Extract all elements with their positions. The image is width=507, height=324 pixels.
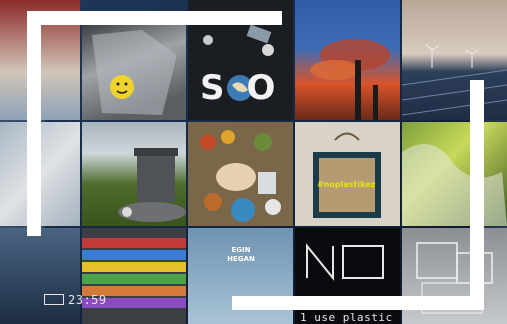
food-waste-graphic [200, 130, 281, 222]
protest-sign-line: EGIN [231, 246, 251, 254]
supermarket-shelves-graphic [82, 238, 186, 308]
collage: SOS [0, 0, 507, 324]
tile-left-edge-bottom [0, 228, 80, 324]
plastic-pile-graphic [402, 144, 507, 226]
tile-wind-turbines [402, 0, 507, 120]
frame-right-bar [470, 80, 484, 310]
smokestack-graphic [310, 39, 390, 120]
tile-smokestack-sunset [295, 0, 400, 120]
caption-text: 1 use plastic [300, 311, 393, 324]
tile-food-waste [188, 122, 293, 226]
tile-plastic-bags-right [402, 122, 507, 226]
battery-icon [44, 294, 64, 305]
frame-bottom-bar [232, 296, 484, 310]
tote-bag-graphic [313, 132, 381, 218]
frame-left-bar [27, 11, 41, 236]
turbine-graphic [402, 43, 507, 116]
tile-plastic-bag [82, 25, 186, 120]
protest-sign-text: EGIN HEGAN [216, 246, 266, 264]
plastic-bag-graphic [92, 30, 177, 115]
tile-tote-bag: #noplastikez [295, 122, 400, 226]
timestamp: 23:59 [68, 293, 107, 307]
frame-top-bar [27, 11, 282, 25]
tile-garbage-bin [82, 122, 186, 226]
sos-text: SOS [200, 68, 293, 108]
tile-supermarket-aisle [82, 228, 186, 324]
protest-sign-line: HEGAN [227, 255, 255, 263]
hashtag-text: #noplastikez [317, 180, 376, 189]
garbage-bin-graphic [118, 148, 186, 222]
